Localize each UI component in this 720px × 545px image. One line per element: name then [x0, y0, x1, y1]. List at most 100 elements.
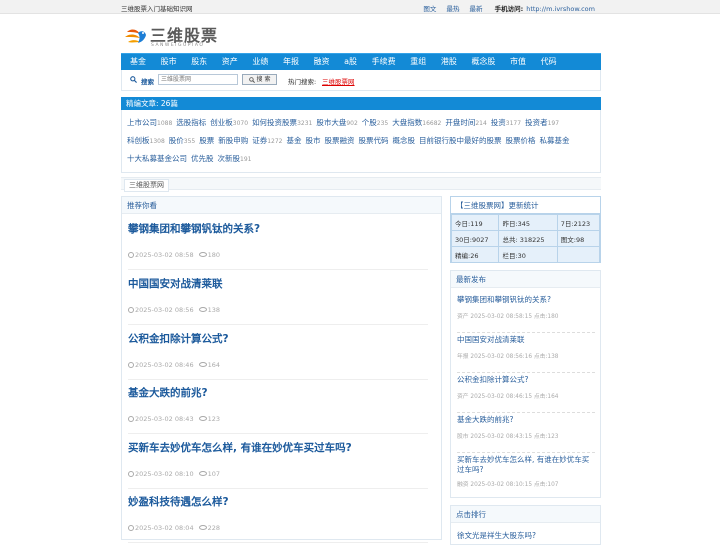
article-title[interactable]: 基金大跌的前兆? — [128, 385, 208, 400]
latest-item-meta: 融资 2025-03-02 08:10:15 点击:107 — [457, 482, 559, 488]
article-title[interactable]: 妙盈科技待遇怎么样? — [128, 494, 229, 509]
tag-link[interactable]: 选股指标 — [176, 118, 206, 127]
tag-link[interactable]: 科创板1308 — [127, 136, 165, 145]
latest-item-title[interactable]: 买新车去妙优车怎么样, 有谁在妙优车买过车吗? — [457, 455, 589, 474]
article-title[interactable]: 买新车去妙优车怎么样, 有谁在妙优车买过车吗? — [128, 440, 352, 455]
tag-label: 股市大盘 — [316, 118, 347, 127]
ranking-heading: 点击排行 — [451, 506, 600, 523]
nav-item-performance[interactable]: 业绩 — [245, 54, 276, 70]
tag-link[interactable]: 投资3177 — [491, 118, 521, 127]
tag-link[interactable]: 股票融资 — [325, 136, 355, 145]
tag-link[interactable]: 股市大盘902 — [316, 118, 357, 127]
latest-item-meta: 资产 2025-03-02 08:46:15 点击:164 — [457, 394, 559, 400]
mobile-url-link[interactable]: http://m.ivrshow.com — [526, 5, 595, 13]
latest-item: 公积金扣除计算公式? 资产 2025-03-02 08:46:15 点击:164 — [457, 375, 595, 413]
tag-label: 私募基金 — [539, 136, 570, 145]
logo-bird-icon[interactable] — [125, 22, 147, 48]
tag-link[interactable]: 上市公司1088 — [127, 118, 172, 127]
article-title[interactable]: 攀钢集团和攀钢钒钛的关系? — [128, 221, 260, 236]
tag-link[interactable]: 股票价格 — [506, 136, 536, 145]
tag-count: 1308 — [149, 138, 165, 145]
stat-yesterday: 昨日:345 — [498, 214, 558, 231]
tag-label: 大盘指数 — [392, 118, 423, 127]
latest-item-title[interactable]: 公积金扣除计算公式? — [457, 375, 528, 384]
nav-item-financing[interactable]: 融资 — [306, 54, 337, 70]
breadcrumb: 三维股票网 — [121, 177, 601, 192]
ranking-panel: 点击排行 徐文光是祥生大股东吗? — [450, 505, 601, 545]
top-link-hottest[interactable]: 最热 — [446, 5, 459, 13]
tag-link[interactable]: 概念股 — [393, 136, 416, 145]
nav-item-assets[interactable]: 资产 — [214, 54, 245, 70]
nav-item-stock-market[interactable]: 股市 — [153, 54, 184, 70]
nav-item-restructuring[interactable]: 重组 — [403, 54, 434, 70]
tag-link[interactable]: 股票 — [199, 136, 214, 145]
article-item: 妙盈科技待遇怎么样? 2025-03-02 08:04 228 — [128, 488, 428, 543]
hot-search-label: 热门搜索: — [288, 78, 317, 86]
nav-item-fund[interactable]: 基金 — [121, 54, 153, 70]
recommended-heading: 推荐你看 — [122, 197, 441, 214]
stat-featured: 精编:26 — [450, 246, 500, 263]
tag-link[interactable]: 股价355 — [169, 136, 195, 145]
nav-item-code[interactable]: 代码 — [533, 54, 564, 70]
tag-link[interactable]: 优先股 — [191, 154, 214, 163]
tag-label: 股市 — [305, 136, 321, 145]
article-title[interactable]: 公积金扣除计算公式? — [128, 331, 229, 346]
tag-label: 次新股 — [217, 154, 241, 163]
top-link-graphics[interactable]: 图文 — [423, 5, 436, 13]
search-button-label: 搜 索 — [256, 76, 271, 83]
breadcrumb-home[interactable]: 三维股票网 — [124, 179, 169, 192]
tag-label: 个股 — [361, 118, 377, 127]
nav-item-a-shares[interactable]: a股 — [337, 54, 365, 70]
tag-label: 优先股 — [191, 154, 214, 163]
tag-label: 股票价格 — [505, 136, 536, 145]
nav-item-hk-stocks[interactable]: 港股 — [434, 54, 465, 70]
tag-link[interactable]: 如何投资股票3231 — [252, 118, 312, 127]
tag-count: 16682 — [422, 120, 442, 127]
top-link-latest[interactable]: 最新 — [470, 5, 483, 13]
tag-count: 235 — [376, 120, 389, 127]
tag-count: 355 — [183, 138, 196, 145]
nav-item-market-cap[interactable]: 市值 — [503, 54, 534, 70]
clock-icon — [128, 525, 134, 531]
nav-item-annual-report[interactable]: 年报 — [276, 54, 307, 70]
hot-search-link[interactable]: 三维股票网 — [322, 76, 355, 86]
nav-item-shareholder[interactable]: 股东 — [184, 54, 215, 70]
article-date: 2025-03-02 08:46 — [135, 361, 194, 369]
tag-link[interactable]: 次新股191 — [218, 154, 252, 163]
tag-link[interactable]: 目前银行股中最好的股票 — [419, 136, 502, 145]
tag-link[interactable]: 个股235 — [362, 118, 388, 127]
search-input[interactable] — [158, 74, 238, 85]
search-button[interactable]: 搜 索 — [242, 74, 277, 85]
stat-30day: 30日:9027 — [450, 230, 500, 247]
tag-link[interactable]: 股市 — [306, 136, 321, 145]
update-stats-panel: 【三维股票网】更新统计 今日:119 昨日:345 7日:2123 30日:90… — [450, 196, 601, 263]
eye-icon — [198, 471, 207, 476]
tag-link[interactable]: 证券1272 — [252, 136, 282, 145]
tag-link[interactable]: 十大私募基金公司 — [127, 154, 187, 163]
tag-link[interactable]: 私募基金 — [540, 136, 570, 145]
latest-heading: 最新发布 — [451, 271, 600, 288]
tag-link[interactable]: 投资者197 — [525, 118, 559, 127]
tag-link[interactable]: 创业板3070 — [210, 118, 248, 127]
nav-item-concept-stocks[interactable]: 概念股 — [464, 54, 503, 70]
search-icon — [130, 76, 137, 83]
article-title[interactable]: 中国国安对战清莱联 — [128, 276, 223, 291]
article-date: 2025-03-02 08:56 — [135, 306, 194, 314]
latest-item-title[interactable]: 基金大跌的前兆? — [457, 415, 513, 424]
article-views: 164 — [207, 361, 220, 369]
tag-link[interactable]: 新股申购 — [218, 136, 248, 145]
tag-link[interactable]: 开盘时间214 — [445, 118, 486, 127]
latest-item-title[interactable]: 攀钢集团和攀钢钒钛的关系? — [457, 295, 551, 304]
latest-item-title[interactable]: 中国国安对战清莱联 — [457, 335, 525, 344]
ranking-item-title[interactable]: 徐文光是祥生大股东吗? — [457, 530, 536, 541]
article-item: 买新车去妙优车怎么样, 有谁在妙优车买过车吗? 2025-03-02 08:10… — [128, 434, 428, 489]
tag-count: 3070 — [232, 120, 249, 127]
tag-count: 3177 — [505, 120, 522, 127]
article-views: 180 — [207, 251, 220, 259]
tag-label: 股票融资 — [324, 136, 355, 145]
tag-link[interactable]: 股票代码 — [359, 136, 389, 145]
tag-link[interactable]: 基金 — [287, 136, 302, 145]
tag-link[interactable]: 大盘指数16682 — [392, 118, 441, 127]
tag-count: 1088 — [157, 120, 173, 127]
nav-item-fees[interactable]: 手续费 — [364, 54, 403, 70]
